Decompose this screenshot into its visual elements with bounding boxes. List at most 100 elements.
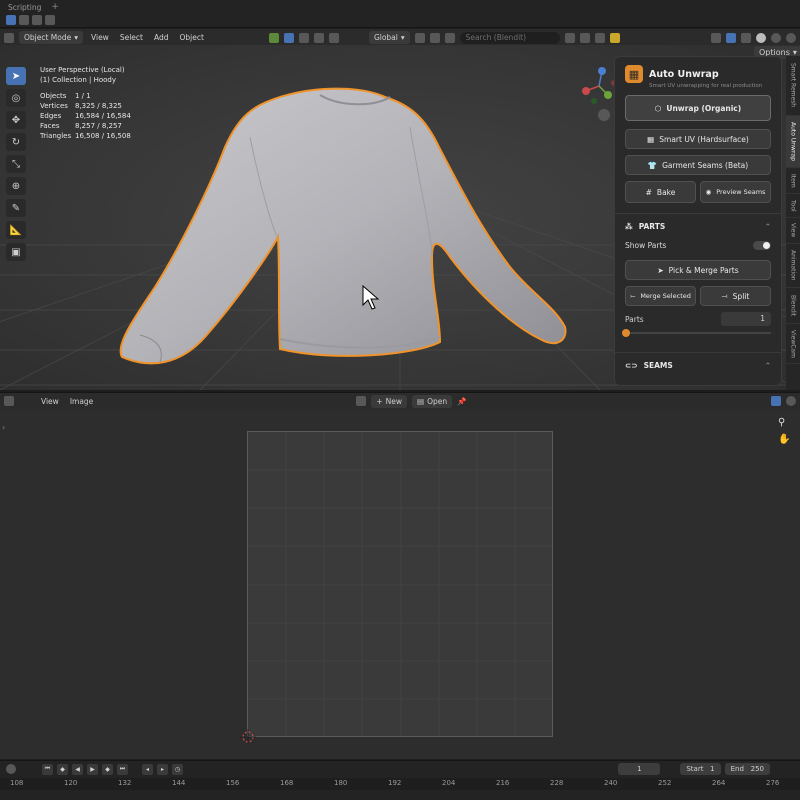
visibility-icon[interactable] bbox=[711, 32, 721, 43]
parts-section-header[interactable]: ⁂ PARTS ⌃ bbox=[615, 213, 781, 231]
grid-icon: ▦ bbox=[647, 134, 655, 144]
prev-keyframe-icon[interactable]: ◆ bbox=[57, 763, 68, 775]
transform-tool-icon[interactable]: ⊕ bbox=[6, 177, 26, 195]
select-subtract-icon[interactable] bbox=[32, 15, 42, 25]
overlay-icon[interactable] bbox=[283, 32, 294, 43]
smart-uv-button[interactable]: ▦ Smart UV (Hardsurface) bbox=[625, 129, 771, 149]
ruler-tick: 204 bbox=[442, 779, 456, 787]
button-label: Split bbox=[732, 291, 750, 301]
uv-gizmo-icon[interactable] bbox=[771, 396, 781, 406]
select-invert-icon[interactable] bbox=[45, 15, 55, 25]
tab-item[interactable]: Item bbox=[786, 168, 800, 194]
play-reverse-icon[interactable]: ◀ bbox=[72, 763, 83, 775]
bake-button[interactable]: # Bake bbox=[625, 181, 696, 203]
tab-scripting[interactable]: Scripting bbox=[8, 3, 41, 12]
snapping-icon[interactable] bbox=[429, 32, 440, 43]
open-image-button[interactable]: ▤ Open bbox=[411, 394, 453, 408]
orientation-dropdown[interactable]: Global ▾ bbox=[368, 31, 410, 44]
ruler-tick: 156 bbox=[226, 779, 240, 787]
image-browse-icon[interactable] bbox=[356, 396, 367, 406]
measure-tool-icon[interactable]: 📐 bbox=[6, 221, 26, 239]
rotate-tool-icon[interactable]: ↻ bbox=[6, 133, 26, 151]
pivot-icon[interactable] bbox=[414, 32, 425, 43]
hoody-mesh[interactable] bbox=[110, 77, 580, 377]
add-cube-tool-icon[interactable]: ▣ bbox=[6, 243, 26, 261]
rendered-shading-icon[interactable] bbox=[786, 32, 796, 43]
uv-menu-image[interactable]: Image bbox=[67, 397, 97, 406]
uv-editor[interactable]: › ⚲ ✋ bbox=[0, 409, 800, 759]
frame-ruler[interactable]: 108 120 132 144 156 168 180 192 204 216 … bbox=[0, 778, 800, 790]
slider-knob[interactable] bbox=[622, 329, 630, 337]
show-parts-toggle[interactable] bbox=[753, 241, 771, 250]
zoom-icon[interactable] bbox=[598, 109, 610, 121]
seams-section-header[interactable]: ⊂⊃ SEAMS ⌃ bbox=[615, 352, 781, 370]
tab-view[interactable]: View bbox=[786, 218, 800, 244]
tab-tool[interactable]: Tool bbox=[786, 194, 800, 218]
next-marker-icon[interactable]: ▸ bbox=[157, 763, 168, 775]
pin-icon[interactable]: 📌 bbox=[457, 397, 466, 406]
zoom-icon[interactable]: ⚲ bbox=[778, 417, 790, 428]
snap-icon[interactable] bbox=[313, 32, 324, 43]
addon-icon[interactable] bbox=[268, 32, 279, 43]
grid-icon[interactable] bbox=[564, 32, 575, 43]
prev-marker-icon[interactable]: ◂ bbox=[142, 763, 153, 775]
filter-icon[interactable] bbox=[579, 32, 590, 43]
menu-object[interactable]: Object bbox=[177, 33, 207, 42]
tab-blendit[interactable]: Blendit bbox=[786, 288, 800, 324]
editor-type-icon[interactable] bbox=[4, 32, 14, 43]
2d-cursor-icon[interactable] bbox=[240, 729, 256, 745]
shield-icon[interactable] bbox=[594, 32, 605, 43]
shading-icon[interactable] bbox=[298, 32, 309, 43]
pick-merge-parts-button[interactable]: ➤ Pick & Merge Parts bbox=[625, 260, 771, 280]
merge-selected-button[interactable]: ⤚ Merge Selected bbox=[625, 286, 696, 306]
navigation-gizmo[interactable] bbox=[578, 65, 618, 105]
tab-viewcam[interactable]: ViewCam bbox=[786, 324, 800, 364]
solid-shading-icon[interactable] bbox=[756, 32, 766, 43]
tab-auto-unwrap[interactable]: Auto Unwrap bbox=[786, 116, 800, 168]
jump-end-icon[interactable]: ⏭ bbox=[117, 763, 128, 775]
move-tool-icon[interactable]: ✥ bbox=[6, 111, 26, 129]
falloff-icon[interactable] bbox=[444, 32, 455, 43]
tab-animation[interactable]: Animation bbox=[786, 244, 800, 288]
editor-type-icon[interactable] bbox=[4, 396, 14, 406]
select-box-icon[interactable] bbox=[6, 15, 16, 25]
menu-add[interactable]: Add bbox=[151, 33, 172, 42]
menu-select[interactable]: Select bbox=[117, 33, 146, 42]
start-frame-field[interactable]: Start 1 bbox=[680, 763, 721, 775]
next-keyframe-icon[interactable]: ◆ bbox=[102, 763, 113, 775]
annotate-tool-icon[interactable]: ✎ bbox=[6, 199, 26, 217]
scale-tool-icon[interactable]: ⤡ bbox=[6, 155, 26, 173]
add-workspace-button[interactable]: + bbox=[51, 2, 59, 12]
menu-view[interactable]: View bbox=[88, 33, 112, 42]
garment-seams-button[interactable]: 👕 Garment Seams (Beta) bbox=[625, 155, 771, 175]
new-image-button[interactable]: + New bbox=[371, 394, 407, 408]
select-tool-icon[interactable]: ➤ bbox=[6, 67, 26, 85]
tab-smart-remesh[interactable]: Smart Remesh bbox=[786, 56, 800, 116]
xray-icon[interactable] bbox=[741, 32, 751, 43]
cursor-tool-icon[interactable]: ◎ bbox=[6, 89, 26, 107]
jump-start-icon[interactable]: ⏮ bbox=[42, 763, 53, 775]
bell-icon[interactable] bbox=[609, 32, 620, 43]
keying-icon[interactable] bbox=[6, 764, 16, 774]
parts-slider[interactable] bbox=[622, 329, 771, 337]
mode-dropdown[interactable]: Object Mode ▾ bbox=[19, 31, 84, 44]
show-parts-label: Show Parts bbox=[625, 241, 667, 250]
preview-seams-button[interactable]: ◉ Preview Seams bbox=[700, 181, 771, 203]
parts-count-field[interactable]: 1 bbox=[721, 312, 771, 326]
proportional-icon[interactable] bbox=[328, 32, 339, 43]
material-shading-icon[interactable] bbox=[771, 32, 781, 43]
end-frame-field[interactable]: End 250 bbox=[724, 763, 770, 775]
select-extend-icon[interactable] bbox=[19, 15, 29, 25]
hand-pan-icon[interactable]: ✋ bbox=[778, 434, 790, 445]
expand-arrow-icon[interactable]: › bbox=[2, 423, 5, 432]
current-frame-field[interactable]: 1 bbox=[618, 763, 661, 775]
blendit-search-input[interactable]: Search (Blendit) bbox=[459, 31, 560, 44]
gizmo-toggle-icon[interactable] bbox=[726, 32, 736, 43]
split-button[interactable]: ⤙ Split bbox=[700, 286, 771, 306]
stat-label: Triangles bbox=[40, 132, 72, 140]
clock-icon[interactable]: ◷ bbox=[172, 763, 183, 775]
uv-overlay-icon[interactable] bbox=[786, 396, 796, 406]
play-icon[interactable]: ▶ bbox=[87, 763, 98, 775]
uv-menu-view[interactable]: View bbox=[38, 397, 62, 406]
unwrap-organic-button[interactable]: ⬡ Unwrap (Organic) bbox=[625, 95, 771, 121]
